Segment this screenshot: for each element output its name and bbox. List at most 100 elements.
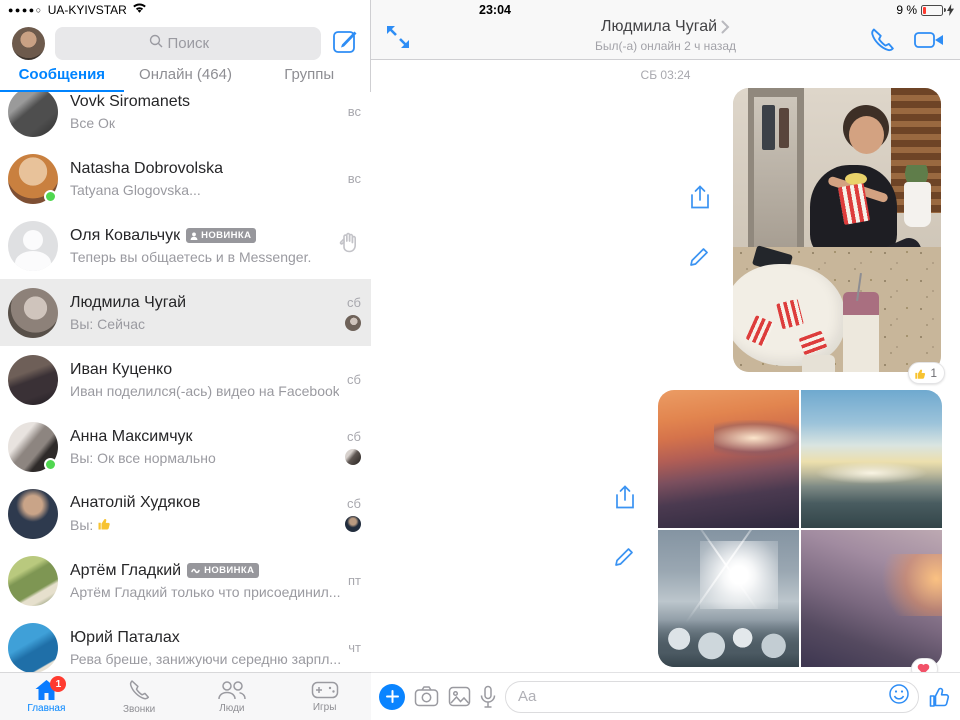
conversation-row-lyudmila[interactable]: Людмила Чугай Вы: Сейчас сб [0, 279, 371, 346]
online-indicator [44, 458, 57, 471]
message-composer [371, 672, 960, 720]
conversation-row-vovk[interactable]: Vovk Siromanets Все Ок вс [0, 92, 371, 145]
edit-pencil-icon[interactable] [689, 244, 712, 272]
message-input[interactable] [518, 688, 888, 705]
expand-chat-icon[interactable] [385, 24, 411, 50]
avatar [8, 355, 58, 405]
grid-photo-dusk[interactable] [801, 530, 942, 668]
share-icon[interactable] [614, 485, 637, 516]
contact-name: Анна Максимчук [70, 428, 193, 446]
timestamp: вс [348, 171, 361, 186]
status-bar-left: ●●●●○ UA-KYIVSTAR [0, 0, 371, 20]
grid-photo-horizon[interactable] [801, 390, 942, 528]
like-thumb-icon[interactable] [928, 685, 952, 709]
carrier-label: UA-KYIVSTAR [48, 3, 127, 17]
add-attachment-button[interactable] [379, 684, 405, 710]
wifi-icon [132, 1, 147, 19]
bottom-tab-bar: Главная 1 Звонки Люди Игры [0, 672, 371, 720]
avatar [8, 288, 58, 338]
message-preview: Вы: Сейчас [70, 316, 337, 332]
chat-navbar: 23:04 9 % Людмила Чугай Был(-а) онлайн 2… [371, 0, 960, 60]
search-box[interactable] [55, 27, 321, 60]
photo-message[interactable] [733, 88, 941, 372]
conversation-row-olya[interactable]: Оля Ковальчук НОВИНКА Теперь вы общаетес… [0, 212, 371, 279]
new-contact-badge: НОВИНКА [187, 563, 259, 578]
microphone-icon[interactable] [480, 685, 496, 709]
timestamp: сб [347, 496, 361, 511]
message-preview: Tatyana Glogovska... [70, 182, 340, 198]
message-preview: Иван поделился(-ась) видео на Facebook. [70, 383, 339, 399]
conversation-row-ivan[interactable]: Иван Куценко Иван поделился(-ась) видео … [0, 346, 371, 413]
tab-home[interactable]: Главная 1 [0, 673, 93, 720]
grid-photo-sunset[interactable] [658, 390, 799, 528]
read-receipt-avatar [345, 449, 361, 465]
conversation-row-artyom[interactable]: Артём Гладкий НОВИНКА Артём Гладкий толь… [0, 547, 371, 614]
compose-icon[interactable] [331, 27, 359, 60]
contact-name: Оля Ковальчук [70, 227, 180, 245]
message-preview: Артём Гладкий только что присоединил... [70, 584, 340, 600]
tab-people[interactable]: Люди [186, 673, 279, 720]
tab-online[interactable]: Онлайн (464) [124, 62, 248, 92]
search-row [0, 24, 371, 62]
game-controller-icon [311, 680, 339, 700]
timestamp: сб [347, 372, 361, 387]
conversation-row-natasha[interactable]: Natasha Dobrovolska Tatyana Glogovska...… [0, 145, 371, 212]
photo-library-icon[interactable] [448, 686, 471, 707]
conversation-row-anna[interactable]: Анна Максимчук Вы: Ок все нормально сб [0, 413, 371, 480]
message-preview: Вы: Ок все нормально [70, 450, 337, 466]
online-indicator [44, 190, 57, 203]
chat-messages-area: СБ 03:24 [371, 60, 960, 672]
tab-groups[interactable]: Группы [247, 62, 371, 92]
timestamp: сб [347, 295, 361, 310]
tab-calls[interactable]: Звонки [93, 673, 186, 720]
reaction-count: 1 [930, 366, 937, 380]
emoji-smiley-icon[interactable] [888, 683, 910, 710]
video-call-icon[interactable] [912, 26, 946, 59]
people-icon [217, 679, 247, 701]
message-input-field[interactable] [505, 681, 919, 713]
contact-name: Анатолій Худяков [70, 494, 200, 512]
contact-name: Natasha Dobrovolska [70, 160, 223, 178]
photo-grid-message[interactable] [658, 390, 942, 667]
new-contact-badge: НОВИНКА [186, 228, 256, 243]
message1-actions [689, 185, 712, 272]
avatar [8, 489, 58, 539]
thumbs-up-emoji-icon [97, 516, 112, 534]
contact-name: Артём Гладкий [70, 562, 181, 580]
timestamp: чт [348, 640, 361, 655]
chat-title[interactable]: Людмила Чугай [601, 18, 730, 36]
battery-icon [921, 5, 943, 16]
contact-name: Иван Куценко [70, 361, 172, 379]
tab-messages[interactable]: Сообщения [0, 62, 124, 92]
contact-name: Юрий Паталах [70, 629, 180, 647]
message-preview: Вы: [70, 517, 93, 533]
battery-status: 9 % [896, 3, 954, 17]
search-input[interactable] [168, 35, 228, 52]
message-preview: Рева бреше, занижуючи середню зарпл... [70, 651, 340, 667]
conversation-row-yuriy[interactable]: Юрий Паталах Рева бреше, занижуючи серед… [0, 614, 371, 672]
wave-hand-icon[interactable] [337, 231, 361, 260]
my-profile-avatar[interactable] [12, 27, 45, 60]
timestamp: пт [348, 573, 361, 588]
read-receipt-avatar [345, 315, 361, 331]
edit-pencil-icon[interactable] [614, 544, 637, 572]
avatar [8, 154, 58, 204]
grid-photo-sunburst[interactable] [658, 530, 799, 668]
conversation-panel: ●●●●○ UA-KYIVSTAR Сообщения Онлайн (464)… [0, 0, 371, 720]
phone-icon [127, 678, 151, 702]
message-preview: Все Ок [70, 115, 340, 131]
charging-bolt-icon [947, 4, 954, 16]
camera-icon[interactable] [414, 686, 439, 707]
messenger-app: ●●●●○ UA-KYIVSTAR Сообщения Онлайн (464)… [0, 0, 960, 720]
avatar [8, 92, 58, 137]
voice-call-icon[interactable] [868, 26, 896, 59]
reaction-badge[interactable]: 1 [908, 362, 945, 384]
share-icon[interactable] [689, 185, 712, 216]
tab-games[interactable]: Игры [278, 673, 371, 720]
avatar [8, 422, 58, 472]
read-receipt-avatar [345, 516, 361, 532]
signal-strength-icon: ●●●●○ [8, 5, 43, 15]
date-header: СБ 03:24 [371, 68, 960, 82]
wave-icon [191, 567, 201, 574]
conversation-row-anatoliy[interactable]: Анатолій Худяков Вы: сб [0, 480, 371, 547]
